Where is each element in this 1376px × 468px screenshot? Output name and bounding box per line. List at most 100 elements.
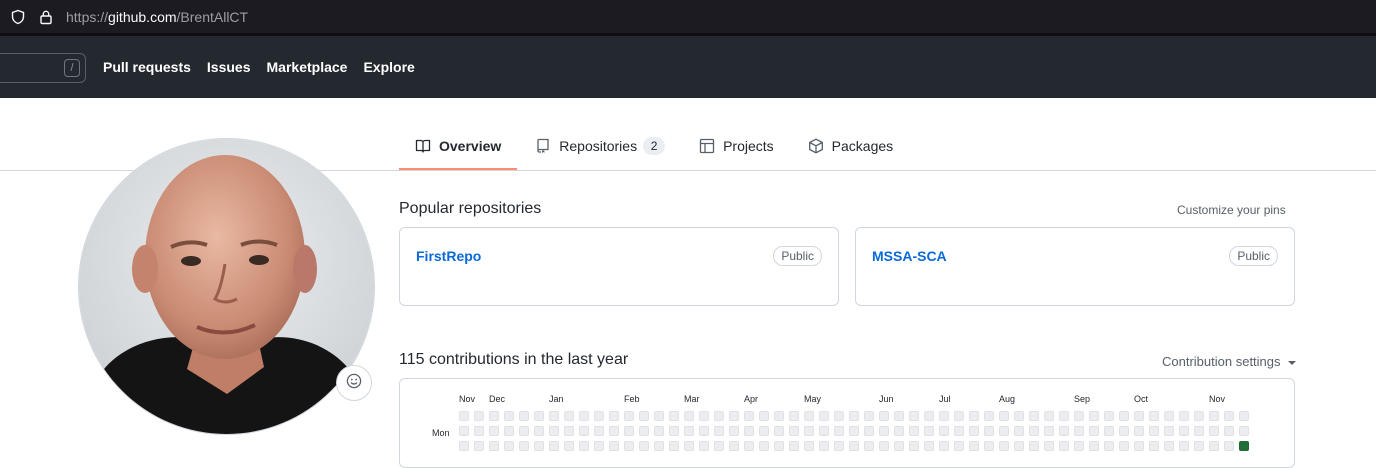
- contribution-day-cell[interactable]: [1044, 441, 1054, 451]
- contribution-day-cell[interactable]: [909, 411, 919, 421]
- contribution-day-cell[interactable]: [474, 441, 484, 451]
- contribution-day-cell[interactable]: [1089, 426, 1099, 436]
- contribution-day-cell[interactable]: [939, 411, 949, 421]
- contribution-day-cell[interactable]: [624, 411, 634, 421]
- contribution-day-cell[interactable]: [969, 426, 979, 436]
- contribution-day-cell[interactable]: [1104, 411, 1114, 421]
- contribution-day-cell[interactable]: [1014, 426, 1024, 436]
- contribution-day-cell[interactable]: [534, 426, 544, 436]
- contribution-day-cell[interactable]: [774, 441, 784, 451]
- shield-icon[interactable]: [10, 9, 26, 25]
- contribution-day-cell[interactable]: [459, 411, 469, 421]
- contribution-day-cell[interactable]: [1194, 441, 1204, 451]
- contribution-day-cell[interactable]: [984, 411, 994, 421]
- contribution-day-cell[interactable]: [459, 426, 469, 436]
- contribution-day-cell[interactable]: [699, 441, 709, 451]
- contribution-day-cell[interactable]: [984, 441, 994, 451]
- contribution-day-cell[interactable]: [594, 426, 604, 436]
- contribution-day-cell[interactable]: [1209, 426, 1219, 436]
- contribution-day-cell[interactable]: [1209, 441, 1219, 451]
- contribution-day-cell[interactable]: [744, 411, 754, 421]
- contribution-day-cell[interactable]: [849, 426, 859, 436]
- contribution-day-cell[interactable]: [1029, 441, 1039, 451]
- nav-explore[interactable]: Explore: [363, 59, 414, 75]
- avatar[interactable]: [78, 138, 375, 435]
- contribution-day-cell[interactable]: [1029, 426, 1039, 436]
- contribution-day-cell[interactable]: [639, 441, 649, 451]
- nav-pull-requests[interactable]: Pull requests: [103, 59, 191, 75]
- contribution-day-cell[interactable]: [999, 441, 1009, 451]
- set-status-button[interactable]: [336, 365, 372, 401]
- contribution-day-cell[interactable]: [1164, 411, 1174, 421]
- contribution-day-cell[interactable]: [1134, 426, 1144, 436]
- contribution-day-cell[interactable]: [1239, 441, 1249, 451]
- contribution-day-cell[interactable]: [1134, 441, 1144, 451]
- contribution-day-cell[interactable]: [834, 426, 844, 436]
- contribution-day-cell[interactable]: [669, 411, 679, 421]
- contribution-day-cell[interactable]: [594, 411, 604, 421]
- contribution-day-cell[interactable]: [564, 426, 574, 436]
- contribution-day-cell[interactable]: [1179, 426, 1189, 436]
- contribution-day-cell[interactable]: [729, 426, 739, 436]
- contribution-day-cell[interactable]: [519, 441, 529, 451]
- contribution-day-cell[interactable]: [639, 426, 649, 436]
- contribution-day-cell[interactable]: [594, 441, 604, 451]
- contribution-day-cell[interactable]: [609, 411, 619, 421]
- contribution-day-cell[interactable]: [1119, 426, 1129, 436]
- contribution-day-cell[interactable]: [624, 441, 634, 451]
- contribution-day-cell[interactable]: [1044, 411, 1054, 421]
- contribution-day-cell[interactable]: [489, 426, 499, 436]
- contribution-day-cell[interactable]: [909, 426, 919, 436]
- contribution-day-cell[interactable]: [609, 441, 619, 451]
- search-input[interactable]: /: [0, 53, 86, 83]
- contribution-day-cell[interactable]: [1164, 441, 1174, 451]
- contribution-day-cell[interactable]: [1224, 411, 1234, 421]
- contribution-day-cell[interactable]: [579, 411, 589, 421]
- tab-repositories[interactable]: Repositories 2: [519, 126, 681, 166]
- contribution-day-cell[interactable]: [1119, 441, 1129, 451]
- contribution-day-cell[interactable]: [549, 411, 559, 421]
- contribution-day-cell[interactable]: [894, 441, 904, 451]
- contribution-day-cell[interactable]: [534, 411, 544, 421]
- contribution-day-cell[interactable]: [1179, 411, 1189, 421]
- contribution-day-cell[interactable]: [759, 441, 769, 451]
- contribution-day-cell[interactable]: [759, 426, 769, 436]
- tab-packages[interactable]: Packages: [792, 126, 909, 166]
- contribution-day-cell[interactable]: [564, 411, 574, 421]
- contribution-day-cell[interactable]: [969, 411, 979, 421]
- contribution-day-cell[interactable]: [624, 426, 634, 436]
- contribution-day-cell[interactable]: [504, 426, 514, 436]
- contribution-day-cell[interactable]: [789, 441, 799, 451]
- contribution-day-cell[interactable]: [1014, 411, 1024, 421]
- contribution-day-cell[interactable]: [834, 411, 844, 421]
- contribution-day-cell[interactable]: [819, 426, 829, 436]
- contribution-day-cell[interactable]: [924, 441, 934, 451]
- contribution-day-cell[interactable]: [489, 441, 499, 451]
- contribution-day-cell[interactable]: [789, 411, 799, 421]
- contribution-day-cell[interactable]: [804, 411, 814, 421]
- contribution-day-cell[interactable]: [519, 411, 529, 421]
- contribution-day-cell[interactable]: [819, 441, 829, 451]
- contribution-day-cell[interactable]: [699, 426, 709, 436]
- contribution-day-cell[interactable]: [1089, 441, 1099, 451]
- tab-overview[interactable]: Overview: [399, 126, 518, 170]
- contribution-day-cell[interactable]: [474, 411, 484, 421]
- contribution-day-cell[interactable]: [954, 441, 964, 451]
- contribution-day-cell[interactable]: [654, 426, 664, 436]
- contribution-day-cell[interactable]: [1104, 441, 1114, 451]
- contribution-day-cell[interactable]: [924, 426, 934, 436]
- contribution-day-cell[interactable]: [699, 411, 709, 421]
- repo-link-mssa-sca[interactable]: MSSA-SCA: [872, 248, 947, 264]
- contribution-day-cell[interactable]: [879, 441, 889, 451]
- contribution-day-cell[interactable]: [549, 426, 559, 436]
- contribution-day-cell[interactable]: [1194, 426, 1204, 436]
- contribution-day-cell[interactable]: [654, 411, 664, 421]
- contribution-day-cell[interactable]: [654, 441, 664, 451]
- contribution-day-cell[interactable]: [894, 426, 904, 436]
- nav-marketplace[interactable]: Marketplace: [267, 59, 348, 75]
- contribution-day-cell[interactable]: [1089, 411, 1099, 421]
- contribution-day-cell[interactable]: [714, 441, 724, 451]
- contribution-day-cell[interactable]: [1059, 441, 1069, 451]
- contribution-day-cell[interactable]: [1074, 441, 1084, 451]
- nav-issues[interactable]: Issues: [207, 59, 251, 75]
